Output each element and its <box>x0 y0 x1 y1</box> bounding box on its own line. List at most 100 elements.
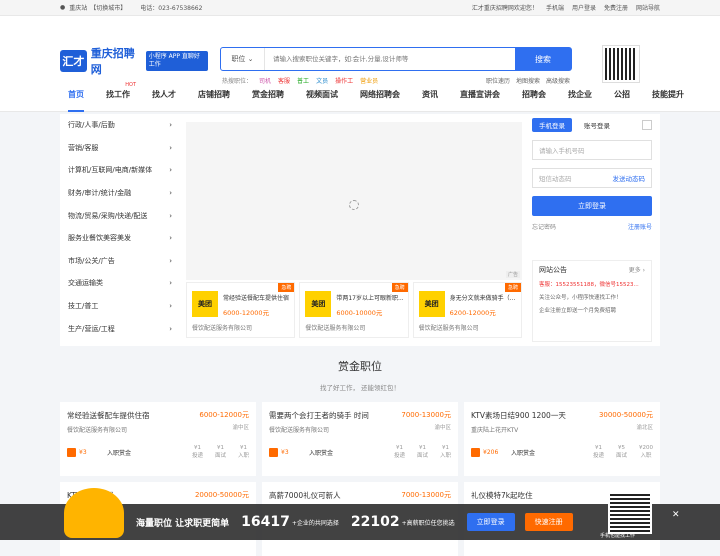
job-location: 渝北区 <box>636 425 653 431</box>
job-location: 渝中区 <box>434 425 451 431</box>
nav-item-fair[interactable]: 招聘会 <box>522 78 546 112</box>
nav-item-find-job[interactable]: 找工作 HOT <box>106 78 136 112</box>
category-item[interactable]: 服务业餐饮美容美发 › <box>60 227 180 250</box>
nav-item-news[interactable]: 资讯 <box>422 78 438 112</box>
job-title: 礼仪模特7k起吃住 <box>471 491 533 500</box>
close-icon[interactable]: ✕ <box>672 510 680 520</box>
job-salary: 20000-50000元 <box>194 491 249 499</box>
nav-item-home[interactable]: 首页 <box>68 78 84 112</box>
featured-job-card[interactable]: 美团 急聘 常经验送餐配车提供住宿 6000-12000元 餐饮配送服务有限公司 <box>186 282 296 338</box>
city-name: 重庆站 <box>69 5 88 12</box>
forgot-password-link[interactable]: 忘记密码 <box>532 222 556 231</box>
mascot-illustration <box>64 488 124 538</box>
sublink[interactable]: 高级搜索 <box>546 76 570 85</box>
company-count-label: +企业的共同选择 <box>291 519 339 527</box>
register-account-link[interactable]: 注册账号 <box>628 222 652 231</box>
mobile-link[interactable]: 手机端 <box>546 3 564 12</box>
category-item[interactable]: 营销/客服 › <box>60 137 180 160</box>
nav-item-find-talent[interactable]: 找人才 <box>152 78 176 112</box>
main-nav: 首页 找工作 HOT 找人才 店铺招聘 赏金招聘 视频面试 网络招聘会 资讯 直播… <box>0 78 720 112</box>
notice-panel: 网站公告 更多 › 客服：15523551188，微信号15523... 关注公众… <box>532 260 652 342</box>
phone-text: 电话：023-67538662 <box>140 5 203 12</box>
category-item[interactable]: 生产/营运/工程 › <box>60 317 180 340</box>
notice-item[interactable]: 关注公众号，小程序快速找工作！ <box>539 293 645 301</box>
category-item[interactable]: 物流/贸易/采购/快递/配送 › <box>60 204 180 227</box>
nav-item-store[interactable]: 店铺招聘 <box>198 78 230 112</box>
chevron-down-icon: ⌄ <box>247 55 254 63</box>
switch-city-link[interactable]: 【切换城市】 <box>90 3 126 12</box>
user-login-link[interactable]: 用户登录 <box>572 3 596 12</box>
login-button[interactable]: 立即登录 <box>532 196 652 216</box>
main-panel: 行政/人事/后勤 › 营销/客服 › 计算机/互联网/电商/新媒体 › 财务/审计/统… <box>60 114 660 346</box>
notice-item[interactable]: 企业注册立即送一个月免费招聘 <box>539 306 645 314</box>
featured-job-card[interactable]: 美团 急聘 带两17岁以上可眼新职... 6000-10000元 餐饮配送服务有… <box>299 282 409 338</box>
company-logo: 美团 <box>305 291 332 317</box>
bottom-login-button[interactable]: 立即登录 <box>466 513 515 531</box>
nav-item-skills[interactable]: 技能提升 <box>652 78 684 112</box>
chevron-right-icon: › <box>169 166 172 175</box>
category-item[interactable]: 市场/公关/广告 › <box>60 250 180 273</box>
job-card[interactable]: 需要两个会打王者的骑手 时间 7000-13000元 餐饮配送服务有限公司 渝中… <box>262 402 458 476</box>
site-nav-link[interactable]: 网站导航 <box>636 3 660 12</box>
category-item[interactable]: 技工/普工 › <box>60 295 180 318</box>
loading-spinner-icon <box>349 200 359 210</box>
category-item[interactable]: 计算机/互联网/电商/新媒体 › <box>60 159 180 182</box>
urgent-badge: 急聘 <box>504 283 521 292</box>
nav-item-online-fair[interactable]: 网络招聘会 <box>360 78 400 112</box>
job-card[interactable]: KTV素场日结900 1200一天 30000-50000元 重庆陆上花开KTV… <box>464 402 660 476</box>
header: 汇才 重庆招聘网 小程序 APP 直聊好工作 职位 ⌄ 搜索 热搜职位： 司机 … <box>0 16 720 85</box>
category-list: 行政/人事/后勤 › 营销/客服 › 计算机/互联网/电商/新媒体 › 财务/审计/统… <box>60 114 180 346</box>
job-title: 带两17岁以上可眼新职... <box>336 295 404 302</box>
urgent-badge: 急聘 <box>391 283 408 292</box>
reward-stats: ¥1 投递 ¥1 面试 ¥1 入职 <box>191 445 249 459</box>
company-logo: 美团 <box>418 291 445 317</box>
location-icon: ● <box>60 4 66 11</box>
qr-caption: 手机也能找工作 <box>600 533 636 539</box>
company-logo: 美团 <box>192 291 218 317</box>
send-code-button[interactable]: 发送动态码 <box>613 173 646 183</box>
nav-item-bounty[interactable]: 赏金招聘 <box>252 78 284 112</box>
chevron-right-icon: › <box>169 279 172 288</box>
sms-code-input[interactable]: 短信动态码 发送动态码 <box>532 168 652 188</box>
job-title: 高薪7000礼仪可新人 <box>269 491 341 500</box>
featured-job-card[interactable]: 美团 急聘 身无分文就来做骑手（... 6200-12000元 餐饮配送服务有限… <box>412 282 522 338</box>
nav-item-company[interactable]: 找企业 <box>568 78 592 112</box>
search-button[interactable]: 搜索 <box>515 48 571 70</box>
category-item[interactable]: 行政/人事/后勤 › <box>60 114 180 137</box>
bounty-section-header: 赏金职位 找了好工作， 还能领红包！ <box>0 358 720 392</box>
tab-phone-login[interactable]: 手机登录 <box>532 118 572 132</box>
chevron-right-icon: › <box>169 143 172 152</box>
category-item[interactable]: 交通运输类 › <box>60 272 180 295</box>
nav-item-public[interactable]: 公招 <box>614 78 630 112</box>
banner-area[interactable]: 广告 <box>186 122 522 280</box>
notice-more-link[interactable]: 更多 › <box>629 265 645 275</box>
app-badge: 小程序 APP 直聊好工作 <box>145 50 208 71</box>
search-input[interactable] <box>265 48 515 70</box>
chevron-right-icon: › <box>169 324 172 333</box>
chevron-right-icon: › <box>169 234 172 243</box>
company-name: 重庆陆上花开KTV <box>471 427 519 434</box>
job-title: 需要两个会打王者的骑手 时间 <box>269 411 369 420</box>
job-salary: 6000-12000元 <box>199 411 249 419</box>
category-item[interactable]: 财务/审计/统计/金融 › <box>60 182 180 205</box>
section-title: 赏金职位 <box>338 360 382 373</box>
phone-input[interactable]: 请输入手机号码 <box>532 140 652 160</box>
bottom-register-button[interactable]: 快速注册 <box>524 513 573 531</box>
register-link[interactable]: 免费注册 <box>604 3 628 12</box>
tab-account-login[interactable]: 账号登录 <box>584 120 610 130</box>
promo-text: 海量职位 让求职更简单 <box>136 518 230 529</box>
bottom-promo-bar: 海量职位 让求职更简单 16417 +企业的共同选择 22102 +高薪职位任您… <box>0 488 720 540</box>
company-name: 餐饮配送服务有限公司 <box>67 427 128 434</box>
nav-item-video[interactable]: 视频面试 <box>306 78 338 112</box>
search-category-select[interactable]: 职位 ⌄ <box>221 48 265 70</box>
chevron-right-icon: › <box>169 121 172 130</box>
job-card[interactable]: 常经验送餐配车提供住宿 6000-12000元 餐饮配送服务有限公司 渝中区 ¥… <box>60 402 256 476</box>
job-salary: 6000-12000元 <box>223 309 270 317</box>
company-count: 16417 <box>241 514 290 530</box>
qr-login-icon[interactable] <box>642 120 652 130</box>
reward-row: ¥206 入职赏金 <box>471 448 535 457</box>
job-salary: 7000-13000元 <box>401 411 451 419</box>
notice-item[interactable]: 客服：15523551188，微信号15523... <box>539 280 645 288</box>
nav-item-live[interactable]: 直播宣讲会 <box>460 78 500 112</box>
hot-searches: 热搜职位： 司机 客服 普工 文员 操作工 营业员 <box>222 76 378 85</box>
